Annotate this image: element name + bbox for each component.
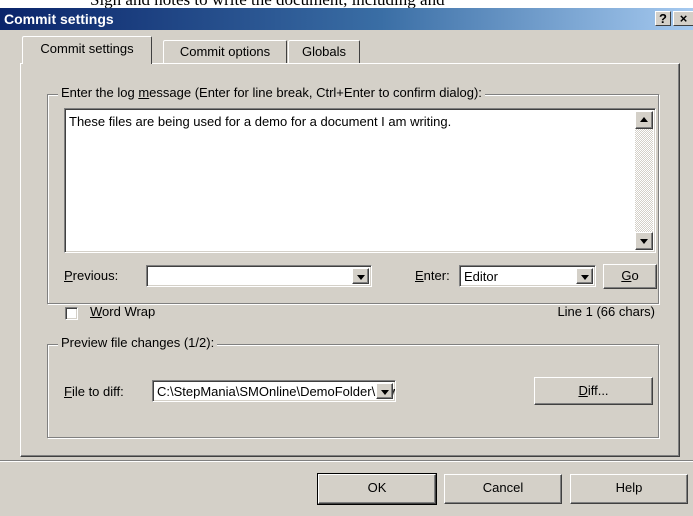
label-part: Enter the log bbox=[61, 85, 139, 100]
preview-group-label: Preview file changes (1/2): bbox=[58, 335, 218, 350]
label-part: ord Wrap bbox=[102, 304, 156, 319]
diff-button[interactable]: Diff... bbox=[534, 377, 653, 405]
bottom-separator bbox=[0, 460, 693, 462]
tab-globals[interactable]: Globals bbox=[288, 40, 360, 63]
label-accelerator: G bbox=[621, 268, 632, 283]
help-button[interactable]: Help bbox=[570, 474, 688, 504]
tab-label: Globals bbox=[301, 44, 347, 59]
label-part: o bbox=[631, 268, 639, 283]
go-button[interactable]: Go bbox=[603, 264, 657, 289]
enter-mode-dropdown-button[interactable] bbox=[576, 268, 593, 284]
scroll-up-button[interactable] bbox=[635, 111, 653, 129]
previous-dropdown-button[interactable] bbox=[352, 268, 369, 284]
tab-label: Commit settings bbox=[40, 41, 134, 56]
line-info: Line 1 (66 chars) bbox=[557, 304, 655, 319]
arrow-down-icon bbox=[640, 239, 648, 244]
chevron-down-icon bbox=[357, 275, 365, 280]
word-wrap-label[interactable]: Word Wrap bbox=[90, 304, 155, 319]
commit-settings-dialog: Commit settings ? × Commit settings Comm… bbox=[0, 8, 693, 516]
close-caption-button[interactable]: × bbox=[673, 11, 693, 26]
label-accelerator: W bbox=[90, 304, 103, 319]
label-accelerator: m bbox=[138, 85, 150, 100]
window-title: Commit settings bbox=[4, 11, 114, 27]
previous-label: Previous: bbox=[64, 268, 118, 283]
chevron-down-icon bbox=[581, 275, 589, 280]
file-to-diff-value: C:\StepMania\SMOnline\DemoFolder\newFil bbox=[157, 384, 396, 399]
enter-mode-dropdown[interactable]: Editor bbox=[459, 265, 596, 287]
chevron-down-icon bbox=[381, 390, 389, 395]
title-bar[interactable]: Commit settings ? × bbox=[0, 8, 693, 30]
cancel-button[interactable]: Cancel bbox=[444, 474, 562, 504]
ok-button[interactable]: OK bbox=[318, 474, 436, 504]
log-message-text: These files are being used for a demo fo… bbox=[69, 114, 452, 129]
label-accelerator: P bbox=[64, 268, 73, 283]
enter-mode-value: Editor bbox=[464, 269, 498, 284]
label-part: nter: bbox=[423, 268, 450, 283]
label-part: ile to diff: bbox=[71, 384, 124, 399]
log-message-group-label: Enter the log message (Enter for line br… bbox=[58, 85, 485, 100]
label-part: revious: bbox=[72, 268, 119, 283]
label-accelerator: E bbox=[415, 268, 424, 283]
background-document-text: Sign and notes to write the document, in… bbox=[90, 0, 610, 8]
vertical-scrollbar[interactable] bbox=[635, 111, 653, 250]
enter-label: Enter: bbox=[415, 268, 450, 283]
arrow-up-icon bbox=[640, 117, 648, 122]
label-accelerator: D bbox=[578, 383, 588, 398]
tab-panel: Enter the log message (Enter for line br… bbox=[20, 63, 680, 457]
scroll-down-button[interactable] bbox=[635, 232, 653, 250]
label-part: essage (Enter for line break, Ctrl+Enter… bbox=[149, 85, 482, 100]
tab-commit-options[interactable]: Commit options bbox=[163, 40, 287, 63]
label-part: iff... bbox=[587, 383, 609, 398]
help-caption-button[interactable]: ? bbox=[655, 11, 671, 26]
file-to-diff-dropdown-button[interactable] bbox=[376, 383, 393, 399]
log-message-textarea[interactable]: These files are being used for a demo fo… bbox=[64, 108, 656, 253]
label-accelerator: F bbox=[64, 384, 72, 399]
word-wrap-checkbox[interactable] bbox=[65, 307, 78, 320]
file-to-diff-label: File to diff: bbox=[64, 384, 124, 399]
tab-label: Commit options bbox=[179, 44, 271, 59]
file-to-diff-dropdown[interactable]: C:\StepMania\SMOnline\DemoFolder\newFil bbox=[152, 380, 396, 402]
tab-commit-settings[interactable]: Commit settings bbox=[22, 36, 152, 64]
previous-dropdown[interactable] bbox=[146, 265, 372, 287]
